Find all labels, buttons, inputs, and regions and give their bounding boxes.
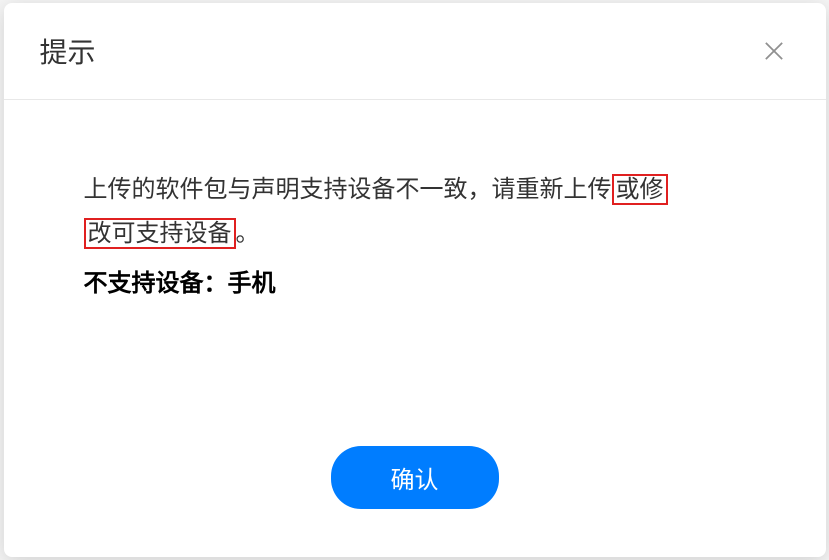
dialog-body: 上传的软件包与声明支持设备不一致，请重新上传或修改可支持设备。 不支持设备：手机 (4, 100, 826, 446)
message-text-part2: 。 (236, 220, 260, 247)
close-icon (760, 37, 788, 65)
close-button[interactable] (758, 35, 790, 67)
message-text-part1: 上传的软件包与声明支持设备不一致，请重新上传 (84, 176, 612, 203)
dialog-footer: 确认 (4, 446, 826, 557)
highlighted-text-1: 或修 (612, 174, 668, 205)
confirm-button[interactable]: 确认 (331, 446, 499, 509)
dialog-header: 提示 (4, 3, 826, 100)
unsupported-device-value: 手机 (228, 270, 276, 297)
unsupported-device-line: 不支持设备：手机 (84, 262, 746, 306)
dialog-message: 上传的软件包与声明支持设备不一致，请重新上传或修改可支持设备。 (84, 168, 746, 256)
highlighted-text-2: 改可支持设备 (84, 218, 236, 249)
alert-dialog: 提示 上传的软件包与声明支持设备不一致，请重新上传或修改可支持设备。 不支持设备… (4, 3, 826, 557)
dialog-title: 提示 (40, 31, 96, 71)
unsupported-label: 不支持设备： (84, 270, 228, 297)
